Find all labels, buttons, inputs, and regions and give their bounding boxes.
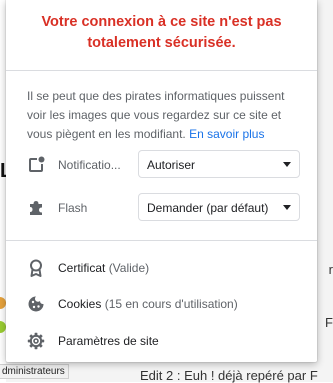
- certificate-status: (Valide): [108, 261, 150, 275]
- background-text-fragment: F: [325, 315, 333, 330]
- cookies-row[interactable]: Cookies (15 en cours d'utilisation): [6, 287, 317, 321]
- notification-icon: [26, 155, 46, 175]
- learn-more-link[interactable]: En savoir plus: [189, 127, 264, 141]
- certificate-text: Certificat: [58, 261, 106, 275]
- section-divider: [6, 240, 317, 241]
- site-info-popup: Votre connexion à ce site n'est pas tota…: [6, 0, 317, 362]
- certificate-label: Certificat (Valide): [58, 261, 149, 275]
- connection-warning-description: Il se peut que des pirates informatiques…: [27, 87, 302, 144]
- permission-label: Flash: [58, 201, 88, 215]
- gear-icon: [26, 331, 46, 351]
- background-admin-badge: dministrateurs: [0, 364, 69, 379]
- cookies-count: (15 en cours d'utilisation): [104, 297, 238, 311]
- flash-permission-select[interactable]: Demander (par défaut): [138, 193, 300, 221]
- cookies-text: Cookies: [58, 297, 102, 311]
- permission-row-notifications: Notificatio... Autoriser: [6, 150, 317, 180]
- connection-warning-title: Votre connexion à ce site n'est pas tota…: [41, 14, 282, 51]
- cookies-label: Cookies (15 en cours d'utilisation): [58, 297, 238, 311]
- certificate-row[interactable]: Certificat (Valide): [6, 251, 317, 285]
- site-settings-row[interactable]: Paramètres de site: [6, 324, 317, 358]
- background-edit-text: Edit 2 : Euh ! déjà repéré par F: [140, 368, 318, 383]
- cookie-icon: [26, 294, 46, 314]
- select-value: Demander (par défaut): [147, 201, 269, 215]
- notifications-permission-select[interactable]: Autoriser: [138, 150, 300, 178]
- certificate-icon: [26, 258, 46, 278]
- chevron-down-icon: [283, 162, 291, 167]
- background-text-fragment: r: [328, 262, 333, 277]
- permission-row-flash: Flash Demander (par défaut): [6, 193, 317, 223]
- chevron-down-icon: [283, 205, 291, 210]
- select-value: Autoriser: [147, 158, 196, 172]
- puzzle-icon: [26, 198, 46, 218]
- popup-header: Votre connexion à ce site n'est pas tota…: [6, 0, 317, 71]
- site-settings-label: Paramètres de site: [58, 334, 159, 348]
- permission-label: Notificatio...: [58, 158, 121, 172]
